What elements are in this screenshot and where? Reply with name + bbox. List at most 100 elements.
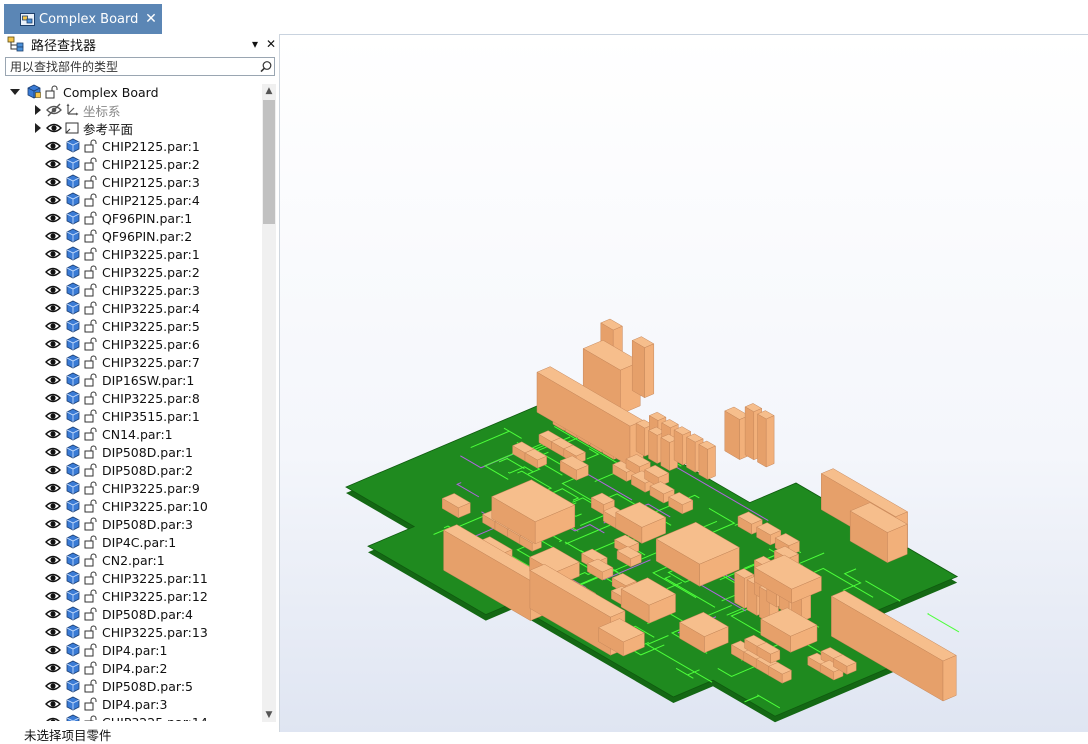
tree-part-row[interactable]: DIP508D.par:4 [45, 605, 193, 623]
eye-icon[interactable] [45, 607, 61, 621]
close-icon[interactable]: ✕ [142, 11, 160, 27]
eye-icon[interactable] [45, 337, 61, 351]
eye-hidden-icon[interactable] [46, 103, 62, 117]
tree-part-row[interactable]: CHIP3225.par:11 [45, 569, 208, 587]
3d-viewport[interactable] [280, 35, 1088, 732]
eye-icon[interactable] [45, 535, 61, 549]
tree-part-row[interactable]: DIP508D.par:1 [45, 443, 193, 461]
eye-icon[interactable] [45, 283, 61, 297]
expand-arrow-right-icon[interactable] [33, 123, 43, 133]
search-icon[interactable] [258, 59, 274, 75]
lock-open-icon [84, 625, 97, 639]
tree-scrollbar[interactable]: ▲ ▼ [262, 84, 276, 722]
eye-icon[interactable] [45, 553, 61, 567]
tree-root-row[interactable]: Complex Board [10, 83, 159, 101]
tree-part-row[interactable]: CHIP3225.par:1 [45, 245, 200, 263]
lock-open-icon [84, 697, 97, 711]
tree-item-reference-planes[interactable]: 参考平面 [33, 119, 133, 137]
tree-part-row[interactable]: DIP16SW.par:1 [45, 371, 194, 389]
eye-icon[interactable] [45, 409, 61, 423]
tree-part-row[interactable]: CHIP3225.par:12 [45, 587, 208, 605]
eye-icon[interactable] [45, 625, 61, 639]
part-type-search-input[interactable] [6, 58, 258, 75]
eye-icon[interactable] [45, 355, 61, 369]
eye-icon[interactable] [45, 679, 61, 693]
pathfinder-title: 路径查找器 [31, 38, 97, 54]
component-side-face [648, 429, 658, 464]
tree-part-row[interactable]: CHIP3225.par:14 [45, 713, 208, 721]
tree-part-row[interactable]: CHIP3225.par:9 [45, 479, 200, 497]
tree-part-row[interactable]: DIP508D.par:5 [45, 677, 193, 695]
tree-part-row[interactable]: CN2.par:1 [45, 551, 165, 569]
panel-menu-button[interactable]: ▾ [247, 37, 263, 51]
tree-part-row[interactable]: DIP4.par:2 [45, 659, 167, 677]
tree-part-row[interactable]: CHIP3225.par:10 [45, 497, 208, 515]
tree-part-row[interactable]: CHIP3225.par:4 [45, 299, 200, 317]
component-side-face [635, 422, 646, 457]
tree-part-row[interactable]: CHIP2125.par:4 [45, 191, 200, 209]
scrollbar-thumb[interactable] [263, 100, 275, 224]
tree-part-row[interactable]: DIP4.par:1 [45, 641, 167, 659]
eye-icon[interactable] [45, 517, 61, 531]
expand-arrow-right-icon[interactable] [33, 105, 43, 115]
eye-icon[interactable] [45, 211, 61, 225]
tree-part-row[interactable]: CN14.par:1 [45, 425, 173, 443]
component-side-face [673, 429, 684, 466]
tree-part-row[interactable]: QF96PIN.par:1 [45, 209, 192, 227]
tree-part-row[interactable]: DIP508D.par:3 [45, 515, 193, 533]
pcb-board-model[interactable] [280, 35, 1088, 732]
eye-icon[interactable] [45, 643, 61, 657]
tree-part-label: DIP508D.par:3 [102, 516, 193, 532]
scroll-up-icon[interactable]: ▲ [262, 84, 276, 98]
tree-part-label: DIP4.par:2 [102, 660, 168, 676]
part-icon [66, 534, 80, 549]
tree-part-row[interactable]: CHIP3515.par:1 [45, 407, 200, 425]
eye-icon[interactable] [45, 499, 61, 513]
eye-icon[interactable] [45, 157, 61, 171]
panel-close-button[interactable]: ✕ [263, 37, 279, 51]
eye-icon[interactable] [45, 589, 61, 603]
eye-icon[interactable] [45, 229, 61, 243]
eye-icon[interactable] [45, 697, 61, 711]
eye-icon[interactable] [45, 265, 61, 279]
tree-part-row[interactable]: CHIP2125.par:2 [45, 155, 200, 173]
expand-arrow-down-icon[interactable] [10, 87, 20, 97]
eye-icon[interactable] [45, 247, 61, 261]
tree-part-row[interactable]: DIP4.par:3 [45, 695, 167, 713]
eye-icon[interactable] [45, 391, 61, 405]
lock-open-icon [84, 283, 97, 297]
eye-icon[interactable] [45, 715, 61, 721]
part-icon [66, 660, 80, 675]
tree-part-row[interactable]: CHIP3225.par:3 [45, 281, 200, 299]
tree-part-row[interactable]: CHIP3225.par:13 [45, 623, 208, 641]
document-tab-complex-board[interactable]: Complex Board ✕ [4, 4, 162, 34]
eye-icon[interactable] [45, 427, 61, 441]
tree-part-row[interactable]: CHIP3225.par:8 [45, 389, 200, 407]
tree-part-row[interactable]: CHIP3225.par:2 [45, 263, 200, 281]
eye-icon[interactable] [45, 139, 61, 153]
eye-icon[interactable] [45, 463, 61, 477]
tree-part-row[interactable]: DIP4C.par:1 [45, 533, 176, 551]
scroll-down-icon[interactable]: ▼ [262, 708, 276, 722]
eye-icon[interactable] [45, 445, 61, 459]
tree-part-row[interactable]: CHIP3225.par:7 [45, 353, 200, 371]
eye-icon[interactable] [45, 373, 61, 387]
eye-icon[interactable] [45, 193, 61, 207]
part-icon [66, 480, 80, 495]
eye-icon[interactable] [45, 481, 61, 495]
tree-part-row[interactable]: CHIP3225.par:5 [45, 317, 200, 335]
part-icon [66, 642, 80, 657]
tree-part-row[interactable]: CHIP3225.par:6 [45, 335, 200, 353]
eye-icon[interactable] [45, 301, 61, 315]
tree-part-row[interactable]: QF96PIN.par:2 [45, 227, 192, 245]
eye-icon[interactable] [45, 661, 61, 675]
tree-part-label: CHIP2125.par:4 [102, 192, 200, 208]
eye-icon[interactable] [45, 571, 61, 585]
tree-part-row[interactable]: DIP508D.par:2 [45, 461, 193, 479]
eye-icon[interactable] [45, 175, 61, 189]
eye-icon[interactable] [45, 319, 61, 333]
tree-part-row[interactable]: CHIP2125.par:1 [45, 137, 200, 155]
tree-item-coordinate-system[interactable]: 坐标系 [33, 101, 121, 119]
tree-part-row[interactable]: CHIP2125.par:3 [45, 173, 200, 191]
eye-icon[interactable] [46, 121, 62, 135]
